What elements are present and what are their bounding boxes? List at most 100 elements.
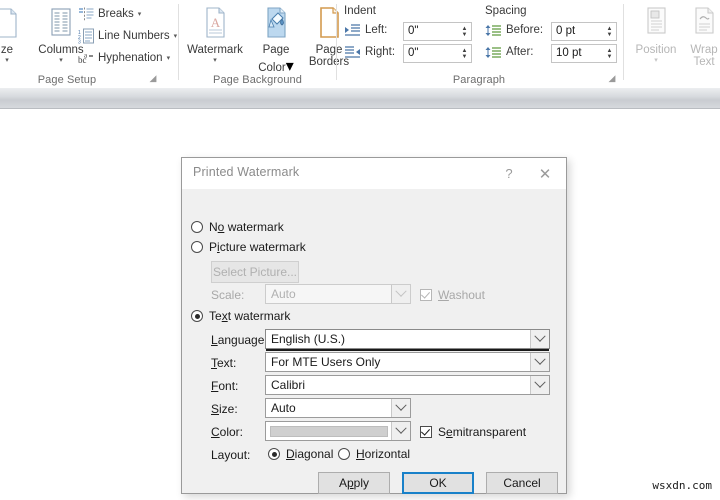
- svg-text:A: A: [211, 15, 221, 30]
- help-icon[interactable]: ?: [494, 158, 524, 189]
- paragraph-dialog-launcher-icon[interactable]: ◢: [606, 72, 618, 84]
- text-value[interactable]: For MTE Users Only: [266, 353, 530, 371]
- spinner-down-icon[interactable]: ▼: [607, 54, 613, 60]
- ribbon-separator: [336, 4, 337, 80]
- ribbon-button-watermark[interactable]: A Watermark ▾: [184, 2, 246, 65]
- spacing-after-label: After:: [506, 46, 533, 58]
- ok-button[interactable]: OK: [402, 472, 474, 494]
- ribbon-button-breaks-label: Breaks: [98, 8, 134, 20]
- radio-text-watermark[interactable]: Text watermark: [191, 309, 290, 323]
- indent-right-spinner[interactable]: 0" ▲ ▼: [403, 44, 472, 63]
- svg-text:a: a: [84, 51, 88, 59]
- radio-layout-diagonal[interactable]: Diagonal: [268, 447, 333, 461]
- checkbox-indicator: [420, 426, 432, 438]
- spacing-after-icon: [485, 46, 502, 65]
- svg-text:3: 3: [78, 39, 81, 44]
- indent-right-icon: [344, 46, 361, 65]
- language-label: Language:: [211, 333, 268, 347]
- language-value[interactable]: English (U.S.): [266, 330, 530, 348]
- accelerator: S: [211, 402, 219, 416]
- scale-combo[interactable]: Auto: [265, 284, 411, 304]
- indent-left-value: 0": [404, 23, 458, 40]
- spinner-down-icon[interactable]: ▼: [607, 32, 613, 38]
- spacing-before-value: 0 pt: [552, 23, 603, 40]
- ribbon-button-breaks[interactable]: Breaks ▾: [78, 3, 141, 24]
- text-combo[interactable]: For MTE Users Only: [265, 352, 550, 372]
- radio-picture-watermark[interactable]: Picture watermark: [191, 240, 306, 254]
- scale-value: Auto: [266, 285, 391, 303]
- semitransparent-label: Semitransparent: [438, 425, 526, 439]
- chevron-down-icon[interactable]: [530, 353, 549, 371]
- size-combo[interactable]: Auto: [265, 398, 411, 418]
- ribbon: ze ▾ Columns ▾: [0, 0, 720, 89]
- font-label: Font:: [211, 379, 238, 393]
- font-value[interactable]: Calibri: [266, 376, 530, 394]
- washout-checkbox[interactable]: Washout: [420, 288, 485, 302]
- spacing-before-spinner[interactable]: 0 pt ▲ ▼: [551, 22, 617, 41]
- ribbon-button-wrap-text[interactable]: Wrap Text: [673, 2, 720, 68]
- chevron-down-icon: ▾: [184, 57, 246, 65]
- radio-no-watermark-label: No watermark: [209, 220, 284, 234]
- spinner-down-icon[interactable]: ▼: [462, 54, 468, 60]
- chevron-down-icon[interactable]: [391, 285, 410, 303]
- color-label: Color:: [211, 425, 243, 439]
- ribbon-button-wrap-text-label-2: Text: [673, 56, 720, 68]
- size-value[interactable]: Auto: [266, 399, 391, 417]
- font-combo[interactable]: Calibri: [265, 375, 550, 395]
- chevron-down-icon[interactable]: [530, 330, 549, 348]
- close-icon[interactable]: ✕: [530, 158, 560, 189]
- ribbon-button-hyphenation[interactable]: bc a Hyphenation ▾: [78, 47, 170, 68]
- chevron-down-icon[interactable]: [530, 376, 549, 394]
- spinner-down-icon[interactable]: ▼: [462, 32, 468, 38]
- color-combo[interactable]: [265, 421, 411, 441]
- indent-left-icon: [344, 24, 361, 43]
- checkbox-indicator: [420, 289, 432, 301]
- ribbon-button-line-numbers-label: Line Numbers: [98, 30, 170, 42]
- chevron-down-icon: ▾: [138, 10, 142, 18]
- ribbon-group-label-paragraph: Paragraph: [338, 74, 620, 86]
- apply-button[interactable]: Apply: [318, 472, 390, 494]
- spacing-header: Spacing: [485, 5, 527, 17]
- ribbon-group-label-page-setup: Page Setup: [0, 74, 142, 86]
- radio-layout-horizontal[interactable]: Horizontal: [338, 447, 410, 461]
- chevron-down-icon[interactable]: [391, 399, 410, 417]
- chevron-down-icon[interactable]: [391, 422, 410, 440]
- document-ruler[interactable]: [0, 88, 720, 109]
- cancel-button[interactable]: Cancel: [486, 472, 558, 494]
- radio-layout-horizontal-label: Horizontal: [356, 447, 410, 461]
- ribbon-group-label-page-background: Page Background: [180, 74, 335, 86]
- indent-right-label: Right:: [365, 46, 395, 58]
- indent-left-label: Left:: [365, 24, 387, 36]
- spinner-arrows[interactable]: ▲ ▼: [603, 23, 616, 40]
- spinner-arrows[interactable]: ▲ ▼: [603, 45, 616, 62]
- radio-no-watermark[interactable]: No watermark: [191, 220, 284, 234]
- color-swatch: [270, 426, 388, 437]
- ribbon-button-line-numbers[interactable]: 1 2 3 Line Numbers ▾: [78, 25, 177, 46]
- spinner-arrows[interactable]: ▲ ▼: [458, 45, 471, 62]
- text-label: Text:: [211, 356, 236, 370]
- page-setup-dialog-launcher-icon[interactable]: ◢: [147, 72, 159, 84]
- ribbon-button-watermark-label: Watermark: [184, 44, 246, 56]
- chevron-down-icon: ▾: [167, 54, 171, 62]
- spinner-arrows[interactable]: ▲ ▼: [458, 23, 471, 40]
- ribbon-group-paragraph: Indent Spacing Left: 0" ▲ ▼ Right:: [338, 0, 620, 88]
- layout-label: Layout:: [211, 448, 250, 462]
- select-picture-button[interactable]: Select Picture...: [211, 261, 299, 283]
- indent-header: Indent: [344, 5, 376, 17]
- accelerator: H: [356, 447, 365, 461]
- hyphenation-icon: bc a: [78, 50, 95, 66]
- dialog-titlebar[interactable]: Printed Watermark ? ✕: [182, 158, 566, 189]
- ribbon-group-page-setup: ze ▾ Columns ▾: [0, 0, 175, 88]
- spacing-after-spinner[interactable]: 10 pt ▲ ▼: [551, 44, 617, 63]
- wrap-text-icon: [673, 5, 720, 43]
- ribbon-button-page-color-label-2: Color: [258, 62, 285, 74]
- ribbon-separator: [178, 4, 179, 80]
- spacing-before-icon: [485, 24, 502, 43]
- ribbon-group-page-background: A Watermark ▾ Page Color▾: [180, 0, 335, 88]
- spacing-before-label: Before:: [506, 24, 543, 36]
- chevron-down-icon: ▾: [286, 58, 294, 75]
- indent-left-spinner[interactable]: 0" ▲ ▼: [403, 22, 472, 41]
- language-combo[interactable]: English (U.S.): [265, 329, 550, 349]
- radio-text-watermark-label: Text watermark: [209, 309, 290, 323]
- semitransparent-checkbox[interactable]: Semitransparent: [420, 425, 526, 439]
